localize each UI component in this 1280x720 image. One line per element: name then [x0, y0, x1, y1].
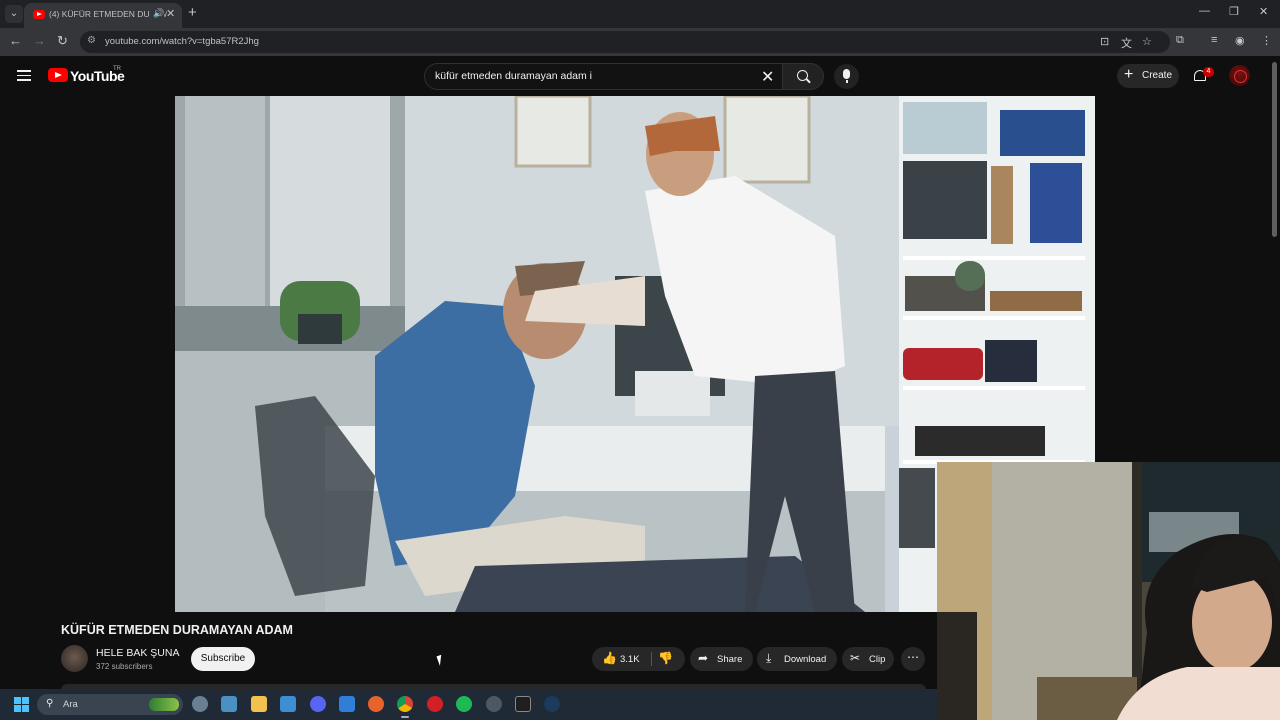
minimize-icon[interactable]: —	[1199, 5, 1210, 17]
back-icon[interactable]: ←	[9, 33, 22, 48]
tab-search-chevron-icon[interactable]: ⌄	[5, 5, 23, 23]
more-actions-button[interactable]: ⋯	[901, 647, 925, 671]
translate-icon[interactable]: 文	[1121, 35, 1132, 51]
like-dislike-group: 👍 3.1K 👎	[592, 647, 685, 671]
microphone-icon	[843, 69, 850, 83]
install-app-icon[interactable]: ⊡	[1100, 35, 1109, 48]
plus-icon: +	[1124, 66, 1134, 83]
download-icon: ⤓	[766, 651, 772, 665]
photos-gallery-icon[interactable]	[280, 696, 296, 712]
search-highlight-image	[149, 698, 179, 711]
dislike-thumb-icon[interactable]: 👎	[658, 651, 673, 665]
country-code: TR	[113, 66, 121, 72]
site-info-icon[interactable]: ⚙	[87, 35, 96, 46]
share-button[interactable]: ➦ Share	[690, 647, 753, 671]
restore-icon[interactable]: ❐	[1229, 5, 1239, 18]
media-control-icon[interactable]: ≡	[1211, 34, 1217, 46]
extensions-icon[interactable]: ⧉	[1176, 34, 1184, 47]
address-bar[interactable]: ⚙ youtube.com/watch?v=tgba57R2Jhg ⊡ 文 ☆	[80, 31, 1170, 53]
create-button[interactable]: + Create	[1117, 64, 1179, 88]
subscriber-count: 372 subscribers	[96, 662, 153, 671]
steam-icon[interactable]	[544, 696, 560, 712]
voice-search-button[interactable]	[834, 64, 859, 89]
clip-label: Clip	[869, 654, 886, 665]
search-icon: ⚲	[46, 698, 54, 709]
taskbar-search-box[interactable]: ⚲ Ara	[37, 694, 183, 715]
like-count[interactable]: 3.1K	[620, 654, 640, 665]
youtube-favicon-icon	[33, 10, 45, 19]
window-close-icon[interactable]: ✕	[1259, 5, 1268, 18]
create-label: Create	[1142, 70, 1173, 81]
channel-avatar[interactable]	[61, 645, 88, 672]
webcam-frame	[937, 462, 1280, 720]
windows-start-icon[interactable]	[14, 697, 30, 713]
settings-icon[interactable]	[192, 696, 208, 712]
notepad-icon[interactable]	[339, 696, 355, 712]
subscribe-button[interactable]: Subscribe	[191, 647, 255, 671]
youtube-logo-icon[interactable]	[48, 68, 68, 82]
bookmark-star-icon[interactable]: ☆	[1142, 35, 1152, 48]
browser-tab-bar: ⌄ (4) KÜFÜR ETMEDEN DURAMAYAN ADAM 🔊 ✕ +…	[0, 0, 1280, 28]
share-label: Share	[717, 654, 743, 665]
close-tab-icon[interactable]: ✕	[166, 7, 175, 20]
notification-badge: 4	[1203, 67, 1214, 77]
reload-icon[interactable]: ↻	[57, 33, 68, 49]
webcam-overlay	[937, 462, 1280, 720]
url-text[interactable]: youtube.com/watch?v=tgba57R2Jhg	[105, 36, 259, 47]
share-arrow-icon: ➦	[698, 651, 709, 665]
forward-icon[interactable]: →	[33, 33, 46, 48]
search-icon	[797, 70, 808, 81]
new-tab-button[interactable]: +	[188, 4, 197, 21]
like-thumb-icon[interactable]: 👍	[602, 651, 617, 665]
spotify-icon[interactable]	[456, 696, 472, 712]
photos-icon[interactable]	[221, 696, 237, 712]
profile-icon[interactable]: ◉	[1235, 34, 1245, 47]
download-button[interactable]: ⤓ Download	[757, 647, 837, 671]
taskbar-search-placeholder: Ara	[63, 699, 78, 710]
account-avatar[interactable]	[1229, 65, 1250, 86]
browser-menu-icon[interactable]: ⋮	[1261, 34, 1272, 47]
mouse-cursor	[436, 654, 447, 666]
page-scrollbar[interactable]	[1272, 62, 1277, 237]
file-explorer-icon[interactable]	[251, 696, 267, 712]
browser-tab[interactable]: (4) KÜFÜR ETMEDEN DURAMAYAN ADAM 🔊 ✕	[24, 3, 182, 28]
more-dots-icon: ⋯	[907, 650, 919, 664]
clear-search-icon[interactable]: ✕	[761, 67, 774, 87]
youtube-header: YouTube TR küfür etmeden duramayan adam …	[0, 56, 1280, 96]
firefox-icon[interactable]	[368, 696, 384, 712]
scissors-icon: ✂	[850, 651, 861, 665]
download-label: Download	[784, 654, 827, 665]
search-button[interactable]	[782, 63, 824, 90]
like-divider	[651, 652, 652, 666]
steam-notify-icon[interactable]	[486, 696, 502, 712]
browser-toolbar: ← → ↻ ⚙ youtube.com/watch?v=tgba57R2Jhg …	[0, 28, 1280, 56]
opera-icon[interactable]	[427, 696, 443, 712]
chrome-icon[interactable]	[397, 696, 413, 712]
discord-icon[interactable]	[310, 696, 326, 712]
channel-name[interactable]: HELE BAK ŞUNA	[96, 647, 179, 659]
clip-button[interactable]: ✂ Clip	[842, 647, 894, 671]
search-input[interactable]: küfür etmeden duramayan adam i ✕	[424, 63, 782, 90]
chrome-active-indicator	[401, 716, 409, 718]
hamburger-menu-icon[interactable]	[17, 70, 31, 81]
search-query-text[interactable]: küfür etmeden duramayan adam i	[435, 70, 592, 82]
epic-games-icon[interactable]	[515, 696, 531, 712]
audio-playing-icon[interactable]: 🔊	[150, 8, 165, 19]
video-title: KÜFÜR ETMEDEN DURAMAYAN ADAM	[61, 623, 293, 637]
